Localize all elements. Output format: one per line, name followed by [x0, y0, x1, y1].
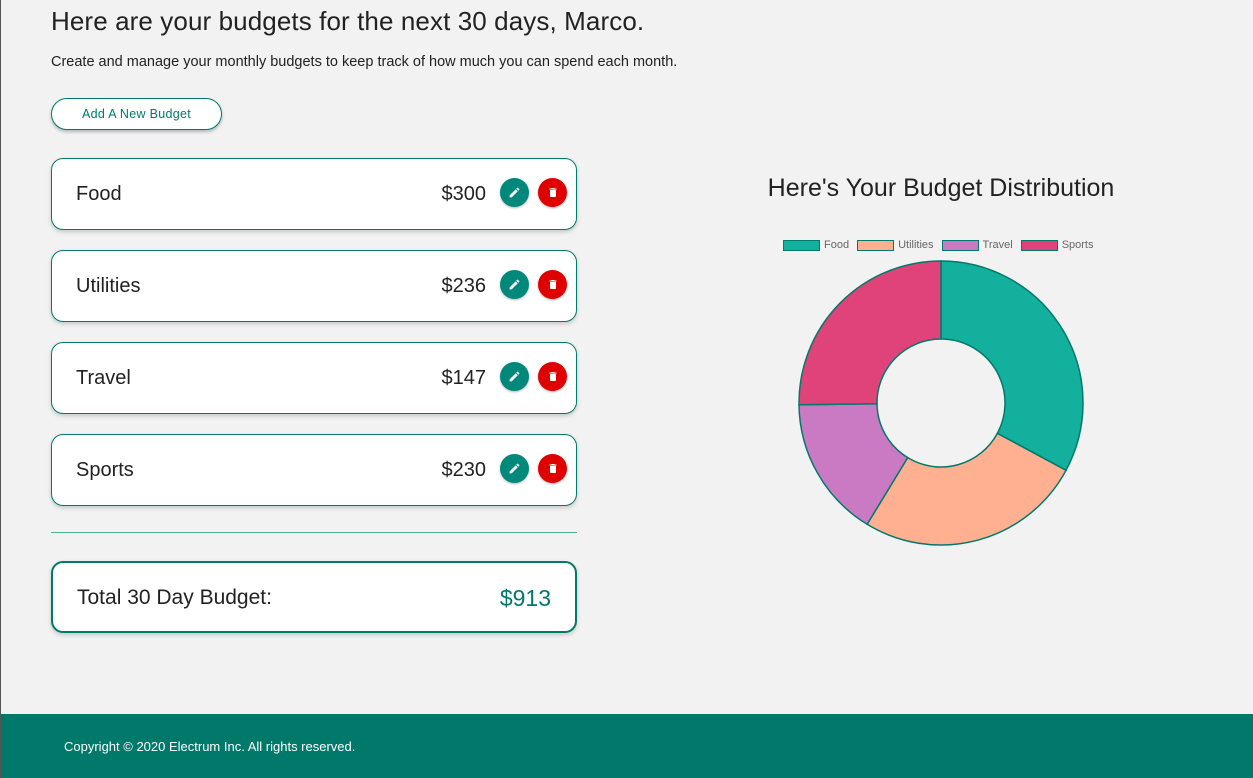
chart-title: Here's Your Budget Distribution	[767, 174, 1115, 202]
pencil-icon	[509, 279, 520, 290]
footer-copyright: Copyright © 2020 Electrum Inc. All right…	[64, 739, 356, 754]
trash-icon	[549, 372, 556, 381]
total-budget-card: Total 30 Day Budget: $913	[51, 561, 577, 633]
budget-amount: $300	[441, 183, 487, 205]
total-value: $913	[499, 585, 551, 611]
budget-name: Sports	[76, 459, 134, 481]
legend-label: Utilities	[898, 239, 934, 251]
edit-button[interactable]	[500, 270, 529, 299]
delete-button[interactable]	[538, 270, 567, 299]
legend-label: Sports	[1061, 239, 1094, 251]
budget-name: Food	[76, 183, 122, 205]
legend-item-sports[interactable]: Sports	[1020, 239, 1094, 251]
edit-button[interactable]	[500, 454, 529, 483]
legend-label: Food	[824, 239, 850, 251]
trash-icon	[549, 280, 556, 289]
add-budget-button[interactable]: Add A New Budget	[51, 98, 222, 130]
trash-icon	[549, 188, 556, 197]
edit-button[interactable]	[500, 178, 529, 207]
budget-card-food: Food $300	[51, 158, 577, 230]
legend-item-travel[interactable]: Travel	[941, 239, 1013, 251]
legend-swatch	[1020, 239, 1058, 251]
delete-button[interactable]	[538, 178, 567, 207]
legend-swatch	[783, 239, 820, 251]
legend-label: Travel	[982, 239, 1013, 251]
legend-swatch	[857, 239, 895, 251]
budget-amount: $236	[441, 275, 487, 297]
budget-card-travel: Travel $147	[51, 342, 577, 414]
donut-slice-sports[interactable]	[798, 260, 942, 406]
budget-card-sports: Sports $230	[51, 434, 577, 506]
donut-slice-food[interactable]	[940, 260, 1084, 472]
pencil-icon	[509, 187, 520, 198]
budget-donut-chart[interactable]	[791, 255, 1091, 555]
delete-button[interactable]	[538, 454, 567, 483]
delete-button[interactable]	[538, 362, 567, 391]
pencil-icon	[509, 371, 520, 382]
budget-amount: $147	[441, 367, 487, 389]
legend-item-utilities[interactable]: Utilities	[857, 239, 934, 251]
budget-amount: $230	[441, 459, 487, 481]
divider	[51, 532, 577, 533]
budget-card-utilities: Utilities $236	[51, 250, 577, 322]
legend-swatch	[941, 239, 979, 251]
chart-legend: Food Utilities Travel Sports	[783, 239, 1093, 251]
pencil-icon	[509, 463, 520, 474]
trash-icon	[549, 464, 556, 473]
page-title: Here are your budgets for the next 30 da…	[51, 6, 645, 36]
total-label: Total 30 Day Budget:	[77, 586, 272, 609]
footer: Copyright © 2020 Electrum Inc. All right…	[1, 714, 1253, 778]
legend-item-food[interactable]: Food	[783, 239, 849, 251]
page-subtitle: Create and manage your monthly budgets t…	[51, 54, 678, 70]
budget-name: Travel	[76, 367, 131, 389]
edit-button[interactable]	[500, 362, 529, 391]
budget-name: Utilities	[76, 275, 141, 297]
